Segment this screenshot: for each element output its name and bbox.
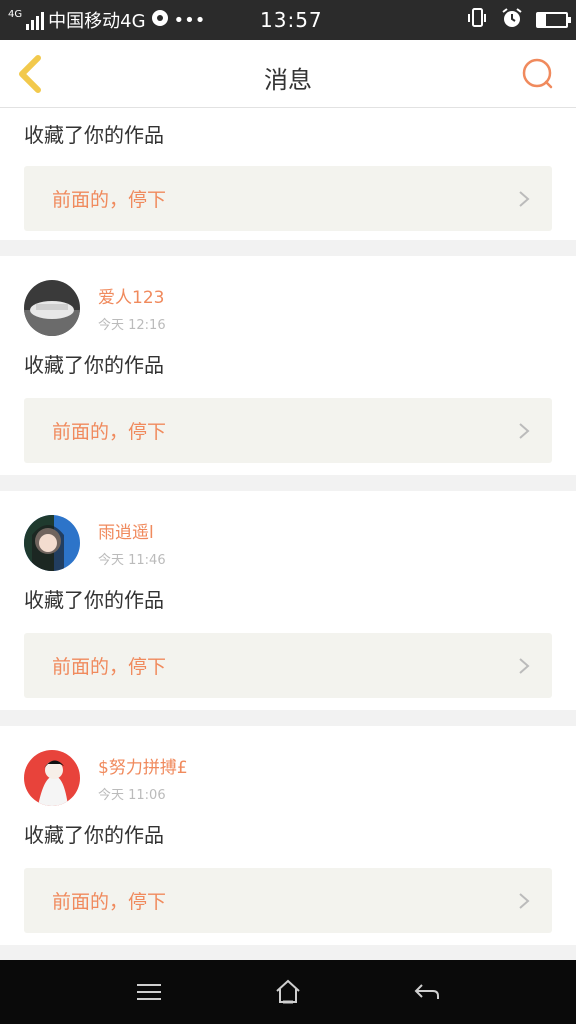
menu-icon bbox=[137, 984, 162, 1000]
status-bar: 4G 中国移动4G ••• 13:57 bbox=[0, 0, 576, 40]
notification-card: $努力拼搏£ 今天 11:06 收藏了你的作品 前面的，停下 bbox=[0, 726, 576, 945]
network-type: 4G bbox=[8, 8, 23, 20]
avatar[interactable] bbox=[24, 750, 80, 806]
page-title: 消息 bbox=[264, 66, 312, 94]
action-text: 收藏了你的作品 bbox=[24, 353, 164, 377]
system-nav-bar bbox=[0, 960, 576, 1024]
search-icon bbox=[522, 58, 553, 89]
timestamp: 今天 11:46 bbox=[98, 553, 166, 568]
chevron-right-icon bbox=[519, 892, 530, 909]
back-arrow-icon bbox=[414, 984, 439, 999]
work-link[interactable]: 前面的，停下 bbox=[24, 868, 552, 933]
work-title: 前面的，停下 bbox=[52, 189, 167, 211]
avatar[interactable] bbox=[24, 515, 80, 571]
work-title: 前面的，停下 bbox=[52, 656, 167, 678]
clock: 13:57 bbox=[260, 8, 323, 32]
action-text: 收藏了你的作品 bbox=[24, 588, 164, 612]
username[interactable]: 爱人123 bbox=[98, 283, 166, 308]
username[interactable]: $努力拼搏£ bbox=[98, 753, 188, 778]
back-nav-button[interactable] bbox=[407, 972, 447, 1012]
signal-icon bbox=[26, 10, 45, 30]
notification-card: 雨逍遥l 今天 11:46 收藏了你的作品 前面的，停下 bbox=[0, 491, 576, 710]
timestamp: 今天 12:16 bbox=[98, 318, 166, 333]
action-text: 收藏了你的作品 bbox=[24, 823, 164, 847]
work-title: 前面的，停下 bbox=[52, 891, 167, 913]
message-list[interactable]: 收藏了你的作品 前面的，停下 爱人123 今天 12:16 收藏了你的作品 前面… bbox=[0, 108, 576, 960]
avatar[interactable] bbox=[24, 280, 80, 336]
timestamp: 今天 11:06 bbox=[98, 788, 166, 803]
alarm-icon bbox=[500, 6, 524, 35]
carrier-label: 中国移动4G bbox=[48, 11, 146, 32]
more-icon: ••• bbox=[173, 9, 206, 31]
username[interactable]: 雨逍遥l bbox=[98, 518, 166, 543]
work-link[interactable]: 前面的，停下 bbox=[24, 398, 552, 463]
action-text: 收藏了你的作品 bbox=[24, 123, 164, 147]
battery-icon bbox=[536, 12, 571, 28]
top-bar: 消息 bbox=[0, 40, 576, 108]
chevron-right-icon bbox=[519, 190, 530, 207]
media-icon bbox=[150, 8, 170, 33]
chevron-right-icon bbox=[519, 657, 530, 674]
home-button[interactable] bbox=[268, 972, 308, 1012]
chevron-right-icon bbox=[519, 422, 530, 439]
notification-card: 爱人123 今天 12:16 收藏了你的作品 前面的，停下 bbox=[0, 256, 576, 475]
work-link[interactable]: 前面的，停下 bbox=[24, 633, 552, 698]
vibrate-icon bbox=[466, 7, 488, 34]
home-icon bbox=[276, 979, 300, 1004]
notification-card: 收藏了你的作品 前面的，停下 bbox=[0, 108, 576, 240]
work-title: 前面的，停下 bbox=[52, 421, 167, 443]
work-link[interactable]: 前面的，停下 bbox=[24, 166, 552, 231]
menu-button[interactable] bbox=[129, 972, 169, 1012]
search-button[interactable] bbox=[520, 56, 556, 92]
